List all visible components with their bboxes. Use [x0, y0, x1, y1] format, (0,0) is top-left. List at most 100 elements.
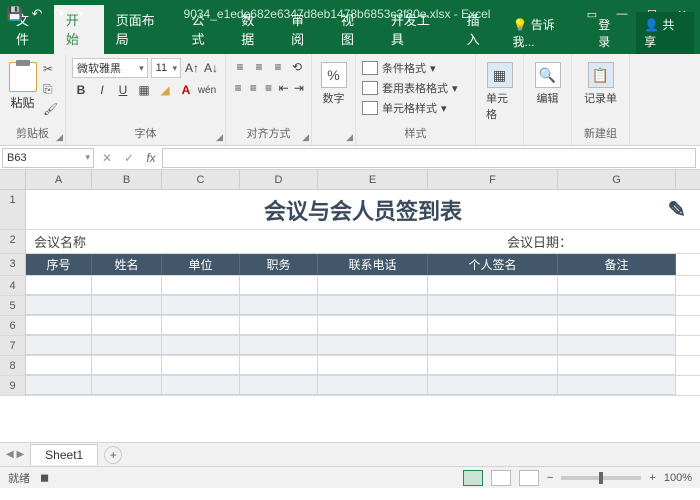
bold-button[interactable]: B	[72, 81, 90, 99]
macro-record-icon[interactable]: ◼	[40, 471, 49, 484]
header-cell[interactable]: 姓名	[92, 254, 162, 275]
row-header[interactable]: 6	[0, 316, 26, 335]
row-header[interactable]: 8	[0, 356, 26, 375]
col-header[interactable]: B	[92, 170, 162, 189]
data-cell[interactable]	[92, 336, 162, 355]
cell-styles-button[interactable]: 单元格样式 ▾	[362, 98, 469, 118]
col-header[interactable]: C	[162, 170, 240, 189]
font-size-combo[interactable]: 11	[151, 58, 181, 78]
data-cell[interactable]	[558, 276, 676, 295]
add-sheet-button[interactable]: +	[104, 446, 122, 464]
data-cell[interactable]	[240, 296, 318, 315]
sheet-title-cell[interactable]: 会议与会人员签到表 ✎	[26, 190, 700, 229]
data-cell[interactable]	[92, 356, 162, 375]
data-cell[interactable]	[428, 276, 558, 295]
data-cell[interactable]	[92, 376, 162, 395]
login-button[interactable]: 登录	[590, 12, 630, 54]
align-top-icon[interactable]: ≡	[232, 58, 248, 76]
cut-icon[interactable]: ✂	[43, 62, 59, 76]
name-box[interactable]: B63	[2, 148, 94, 168]
tab-formulas[interactable]: 公式	[179, 5, 229, 54]
zoom-slider[interactable]	[561, 476, 641, 480]
increase-font-icon[interactable]: A↑	[184, 59, 200, 77]
format-painter-icon[interactable]: 🖌	[43, 102, 59, 116]
data-cell[interactable]	[162, 336, 240, 355]
data-cell[interactable]	[318, 276, 428, 295]
underline-button[interactable]: U	[114, 81, 132, 99]
orientation-icon[interactable]: ⟲	[289, 58, 305, 76]
data-cell[interactable]	[318, 316, 428, 335]
data-cell[interactable]	[318, 296, 428, 315]
header-cell[interactable]: 备注	[558, 254, 676, 275]
data-cell[interactable]	[318, 356, 428, 375]
col-header[interactable]: F	[428, 170, 558, 189]
align-middle-icon[interactable]: ≡	[251, 58, 267, 76]
data-cell[interactable]	[240, 356, 318, 375]
col-header[interactable]: G	[558, 170, 676, 189]
data-cell[interactable]	[240, 336, 318, 355]
header-cell[interactable]: 单位	[162, 254, 240, 275]
data-cell[interactable]	[428, 356, 558, 375]
tab-developer[interactable]: 开发工具	[379, 5, 455, 54]
data-cell[interactable]	[240, 316, 318, 335]
data-cell[interactable]	[558, 316, 676, 335]
align-left-icon[interactable]: ≡	[232, 79, 244, 97]
data-cell[interactable]	[26, 276, 92, 295]
data-cell[interactable]	[558, 376, 676, 395]
sheet-tab[interactable]: Sheet1	[30, 444, 98, 465]
editing-button[interactable]: 🔍 编辑	[530, 58, 565, 106]
paste-button[interactable]: 粘贴	[6, 58, 39, 111]
data-cell[interactable]	[558, 336, 676, 355]
row-header[interactable]: 3	[0, 254, 26, 275]
row-header[interactable]: 9	[0, 376, 26, 395]
data-cell[interactable]	[26, 316, 92, 335]
data-cell[interactable]	[162, 316, 240, 335]
row-header[interactable]: 1	[0, 190, 26, 229]
data-cell[interactable]	[26, 296, 92, 315]
data-cell[interactable]	[428, 336, 558, 355]
col-header[interactable]: E	[318, 170, 428, 189]
data-cell[interactable]	[162, 356, 240, 375]
data-cell[interactable]	[558, 296, 676, 315]
tell-me-button[interactable]: 💡 告诉我...	[504, 12, 584, 54]
undo-icon[interactable]: ↶	[28, 5, 46, 23]
data-cell[interactable]	[162, 296, 240, 315]
align-bottom-icon[interactable]: ≡	[270, 58, 286, 76]
conditional-format-button[interactable]: 条件格式 ▾	[362, 58, 469, 78]
cells-button[interactable]: ▦ 单元格	[482, 58, 517, 122]
number-launcher-icon[interactable]: ◢	[346, 132, 353, 143]
indent-increase-icon[interactable]: ⇥	[293, 79, 305, 97]
row-header[interactable]: 5	[0, 296, 26, 315]
border-button[interactable]: ▦	[135, 81, 153, 99]
row-header[interactable]: 2	[0, 230, 26, 253]
row-header[interactable]: 7	[0, 336, 26, 355]
data-cell[interactable]	[318, 336, 428, 355]
accept-formula-icon[interactable]: ✓	[118, 151, 140, 165]
zoom-in-button[interactable]: +	[649, 472, 655, 484]
align-center-icon[interactable]: ≡	[247, 79, 259, 97]
header-cell[interactable]: 联系电话	[318, 254, 428, 275]
align-right-icon[interactable]: ≡	[262, 79, 274, 97]
zoom-out-button[interactable]: −	[547, 472, 553, 484]
data-cell[interactable]	[92, 296, 162, 315]
header-cell[interactable]: 序号	[26, 254, 92, 275]
tab-page-layout[interactable]: 页面布局	[104, 5, 180, 54]
data-cell[interactable]	[428, 316, 558, 335]
align-launcher-icon[interactable]: ◢	[302, 132, 309, 143]
share-button[interactable]: 👤 共享	[636, 12, 694, 54]
copy-icon[interactable]: ⎘	[43, 82, 59, 96]
tab-insert[interactable]: 插入	[455, 5, 505, 54]
phonetic-button[interactable]: wén	[198, 81, 216, 99]
sheet-nav[interactable]: ◀ ▶	[6, 449, 24, 460]
fx-icon[interactable]: fx	[140, 151, 162, 165]
data-cell[interactable]	[162, 376, 240, 395]
data-cell[interactable]	[428, 376, 558, 395]
save-icon[interactable]: 💾	[6, 5, 24, 23]
header-cell[interactable]: 个人签名	[428, 254, 558, 275]
col-header[interactable]: D	[240, 170, 318, 189]
tab-review[interactable]: 审阅	[279, 5, 329, 54]
select-all-corner[interactable]	[0, 170, 26, 189]
data-cell[interactable]	[240, 376, 318, 395]
font-name-combo[interactable]: 微软雅黑	[72, 58, 148, 78]
data-cell[interactable]	[240, 276, 318, 295]
